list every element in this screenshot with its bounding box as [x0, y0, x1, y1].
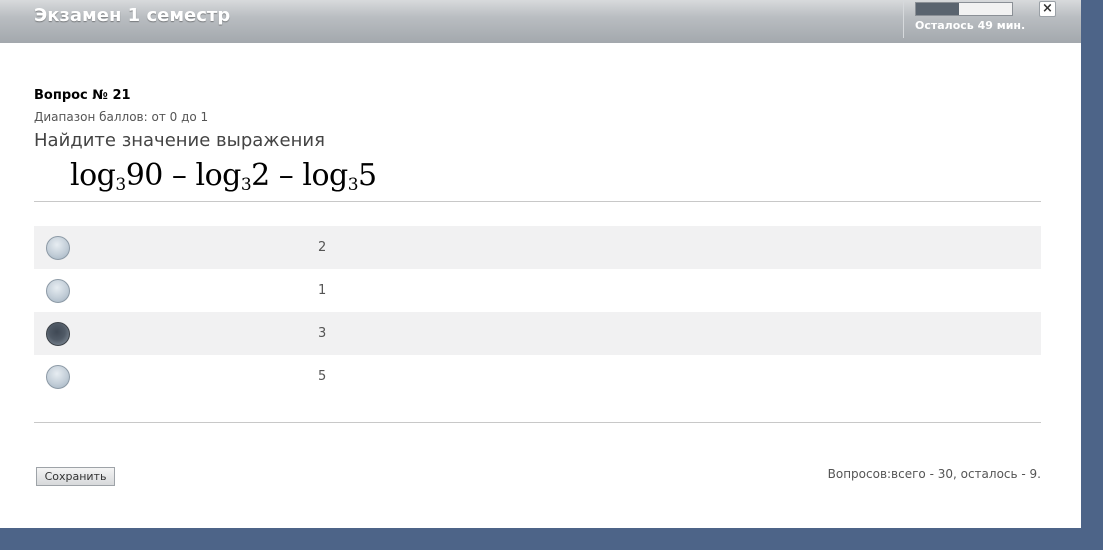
answer-radio-3[interactable]: [46, 322, 70, 346]
answer-list: 2 1 3 5: [34, 226, 1041, 398]
formula-term1-base: 3: [115, 175, 126, 195]
formula-term2-fn: log: [195, 158, 241, 193]
answer-option-2[interactable]: 1: [34, 269, 1041, 312]
divider-top: [34, 201, 1041, 202]
answer-label-2: 1: [318, 283, 327, 298]
exam-dialog: Экзамен 1 семестр Осталось 49 мин. × Воп…: [0, 0, 1081, 528]
answer-radio-4[interactable]: [46, 365, 70, 389]
save-button[interactable]: Сохранить: [36, 467, 115, 486]
answer-option-1[interactable]: 2: [34, 226, 1041, 269]
answer-radio-1[interactable]: [46, 236, 70, 260]
question-formula: log390 – log32 – log35: [70, 158, 377, 195]
formula-op2: –: [269, 158, 303, 193]
answer-label-3: 3: [318, 326, 327, 341]
title-bar: Экзамен 1 семестр Осталось 49 мин. ×: [0, 0, 1081, 43]
score-range: Диапазон баллов: от 0 до 1: [34, 110, 209, 124]
formula-term3-fn: log: [302, 158, 348, 193]
time-progress-bar: [915, 2, 1013, 16]
formula-term2-base: 3: [240, 175, 252, 195]
time-progress-fill: [916, 3, 960, 15]
answer-label-4: 5: [318, 369, 327, 384]
formula-term2-arg: 2: [251, 158, 270, 193]
questions-remaining-info: Вопросов:всего - 30, осталось - 9.: [827, 467, 1041, 481]
answer-option-3[interactable]: 3: [34, 312, 1041, 355]
answer-option-4[interactable]: 5: [34, 355, 1041, 398]
formula-term3-base: 3: [347, 175, 359, 195]
formula-term3-arg: 5: [358, 158, 377, 193]
formula-term1-fn: log: [70, 158, 116, 193]
formula-op1: –: [162, 158, 196, 193]
timer-panel: Осталось 49 мин.: [903, 0, 1054, 38]
formula-term1-arg: 90: [125, 158, 164, 193]
divider-bottom: [34, 422, 1041, 423]
question-prompt: Найдите значение выражения: [34, 130, 325, 151]
question-number: Вопрос № 21: [34, 88, 131, 103]
answer-label-1: 2: [318, 240, 327, 255]
close-icon[interactable]: ×: [1039, 1, 1056, 17]
answer-radio-2[interactable]: [46, 279, 70, 303]
time-remaining: Осталось 49 мин.: [915, 19, 1026, 32]
window-title: Экзамен 1 семестр: [34, 5, 231, 26]
